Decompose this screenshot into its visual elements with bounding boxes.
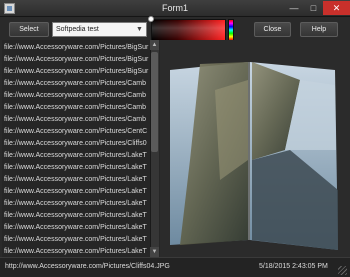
title-bar: Form1 — □ ✕ bbox=[0, 0, 350, 17]
status-bar: http://www.Accessoryware.com/Pictures/Cl… bbox=[0, 257, 350, 277]
list-item[interactable]: file://www.Accessoryware.com/Pictures/Bi… bbox=[4, 54, 152, 66]
app-window: Form1 — □ ✕ Select Softpedia test ▼ Clos… bbox=[0, 0, 350, 277]
list-item[interactable]: file://www.Accessoryware.com/Pictures/La… bbox=[4, 234, 152, 246]
list-item[interactable]: file://www.Accessoryware.com/Pictures/La… bbox=[4, 150, 152, 162]
resize-grip-icon[interactable] bbox=[338, 266, 347, 275]
list-item[interactable]: file://www.Accessoryware.com/Pictures/Ca… bbox=[4, 78, 152, 90]
combo-value: Softpedia test bbox=[56, 26, 99, 33]
text-combo-box[interactable]: Softpedia test ▼ bbox=[52, 22, 147, 37]
list-item[interactable]: file://www.Accessoryware.com/Pictures/Ca… bbox=[4, 90, 152, 102]
hue-strip[interactable] bbox=[228, 19, 234, 41]
list-item[interactable]: file://www.Accessoryware.com/Pictures/La… bbox=[4, 222, 152, 234]
scroll-down-icon[interactable]: ▼ bbox=[150, 247, 159, 257]
status-datetime: 5/18/2015 2:43:05 PM bbox=[259, 263, 328, 270]
status-file-path: http://www.Accessoryware.com/Pictures/Cl… bbox=[5, 263, 170, 270]
minimize-button[interactable]: — bbox=[284, 1, 304, 15]
list-item[interactable]: file://www.Accessoryware.com/Pictures/Bi… bbox=[4, 66, 152, 78]
list-item[interactable]: file://www.Accessoryware.com/Pictures/La… bbox=[4, 162, 152, 174]
list-item[interactable]: file://www.Accessoryware.com/Pictures/La… bbox=[4, 246, 152, 257]
list-item[interactable]: file://www.Accessoryware.com/Pictures/Ce… bbox=[4, 126, 152, 138]
gradient-slider-thumb[interactable] bbox=[148, 16, 154, 22]
list-item[interactable]: file://www.Accessoryware.com/Pictures/Ca… bbox=[4, 114, 152, 126]
color-gradient-picker[interactable] bbox=[151, 19, 226, 41]
list-item[interactable]: file://www.Accessoryware.com/Pictures/La… bbox=[4, 210, 152, 222]
list-item[interactable]: file://www.Accessoryware.com/Pictures/La… bbox=[4, 174, 152, 186]
close-button[interactable]: Close bbox=[254, 22, 291, 37]
chevron-down-icon[interactable]: ▼ bbox=[135, 25, 144, 35]
scrollbar-thumb[interactable] bbox=[151, 52, 158, 152]
scroll-up-icon[interactable]: ▲ bbox=[150, 40, 159, 50]
maximize-button[interactable]: □ bbox=[304, 1, 323, 15]
select-button[interactable]: Select bbox=[9, 22, 49, 37]
file-list[interactable]: file://www.Accessoryware.com/Pictures/Bi… bbox=[2, 40, 160, 257]
image-cube-view[interactable] bbox=[160, 40, 350, 257]
list-item[interactable]: file://www.Accessoryware.com/Pictures/Ca… bbox=[4, 102, 152, 114]
list-item[interactable]: file://www.Accessoryware.com/Pictures/Bi… bbox=[4, 42, 152, 54]
list-item[interactable]: file://www.Accessoryware.com/Pictures/La… bbox=[4, 198, 152, 210]
cube-graphic bbox=[170, 62, 338, 250]
list-item[interactable]: file://www.Accessoryware.com/Pictures/La… bbox=[4, 186, 152, 198]
window-close-button[interactable]: ✕ bbox=[323, 1, 350, 15]
help-button[interactable]: Help bbox=[300, 22, 338, 37]
list-item[interactable]: file://www.Accessoryware.com/Pictures/Cl… bbox=[4, 138, 152, 150]
